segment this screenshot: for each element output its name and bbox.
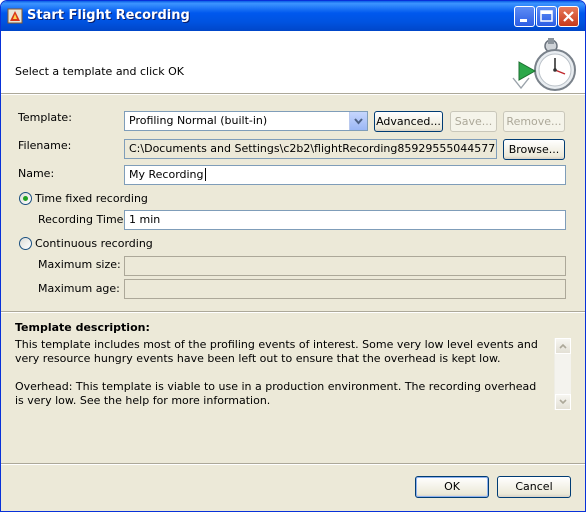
flight-recorder-app-icon: [7, 8, 23, 24]
scroll-up-button[interactable]: [555, 338, 571, 354]
title-bar[interactable]: Start Flight Recording: [1, 1, 585, 31]
maximize-button[interactable]: [536, 6, 557, 27]
description-title: Template description:: [15, 321, 150, 334]
description-scrollbar[interactable]: [554, 338, 571, 410]
filename-label: Filename:: [18, 139, 72, 152]
minimize-icon: [520, 19, 527, 22]
continuous-radio[interactable]: [19, 237, 32, 250]
description-paragraph: This template includes most of the profi…: [15, 338, 538, 365]
footer-separator: [1, 463, 585, 465]
browse-button[interactable]: Browse...: [503, 139, 565, 160]
template-label: Template:: [18, 111, 72, 124]
recording-time-input[interactable]: 1 min: [124, 210, 566, 230]
description-text: This template includes most of the profi…: [15, 338, 545, 422]
template-select[interactable]: Profiling Normal (built-in): [124, 111, 368, 131]
filename-field[interactable]: C:\Documents and Settings\c2b2\flightRec…: [124, 139, 497, 159]
dialog-window: Start Flight Recording Select a template…: [0, 0, 586, 512]
stopwatch-recording-icon: [512, 38, 576, 91]
time-fixed-radio[interactable]: [19, 192, 32, 205]
description-paragraph: Overhead: This template is viable to use…: [15, 380, 537, 407]
text-caret: [204, 168, 206, 181]
max-size-label: Maximum size:: [38, 258, 121, 271]
name-input-value: My Recording: [129, 168, 204, 181]
close-icon: [563, 11, 574, 22]
name-input[interactable]: My Recording: [124, 165, 566, 185]
max-age-input[interactable]: [124, 279, 566, 299]
advanced-button[interactable]: Advanced...: [374, 111, 443, 132]
dialog-header: Select a template and click OK: [1, 31, 585, 93]
scroll-down-button[interactable]: [555, 394, 571, 410]
window-title: Start Flight Recording: [27, 8, 190, 23]
close-button[interactable]: [558, 6, 579, 27]
time-fixed-label[interactable]: Time fixed recording: [35, 192, 148, 205]
minimize-button[interactable]: [514, 6, 535, 27]
max-age-label: Maximum age:: [38, 282, 120, 295]
max-size-input[interactable]: [124, 256, 566, 276]
header-instruction: Select a template and click OK: [15, 65, 184, 78]
remove-button[interactable]: Remove...: [503, 111, 565, 132]
scroll-down-icon: [559, 399, 567, 405]
save-button[interactable]: Save...: [450, 111, 497, 132]
recording-time-label: Recording Time:: [38, 213, 128, 226]
ok-button[interactable]: OK: [415, 476, 489, 498]
cancel-button[interactable]: Cancel: [497, 476, 571, 498]
radio-selected-dot: [23, 196, 28, 201]
continuous-label[interactable]: Continuous recording: [35, 237, 153, 250]
maximize-icon: [540, 10, 553, 22]
chevron-down-icon[interactable]: [349, 112, 367, 130]
scroll-up-icon: [559, 343, 567, 349]
template-selected-value: Profiling Normal (built-in): [129, 114, 268, 127]
form-separator: [1, 311, 585, 313]
name-label: Name:: [18, 167, 55, 180]
header-separator: [1, 93, 585, 95]
